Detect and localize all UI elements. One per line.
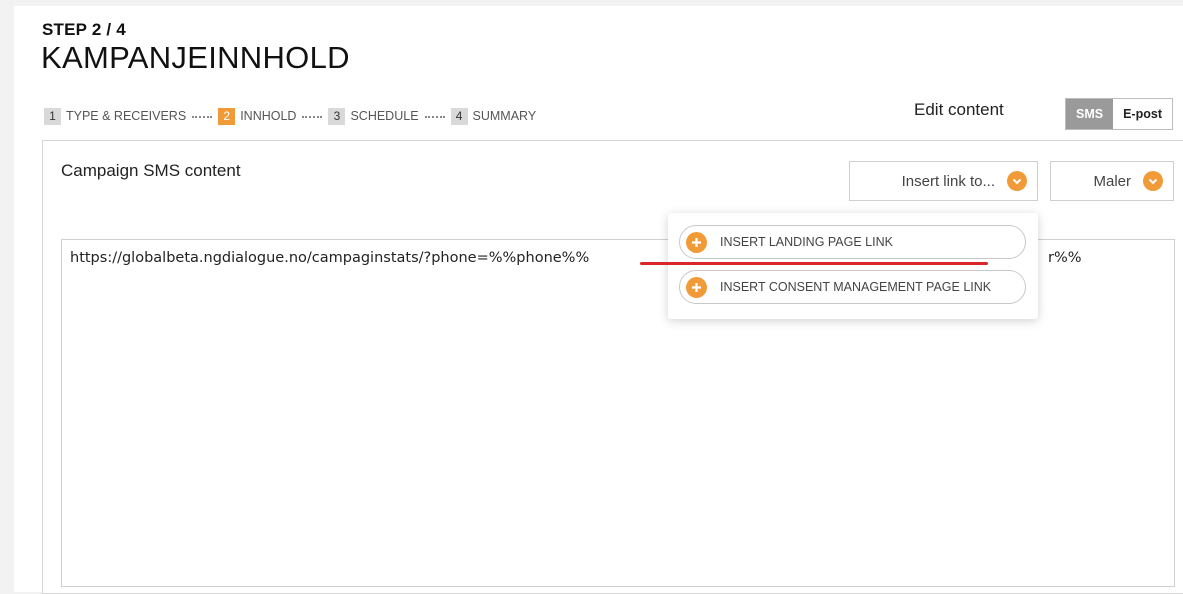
step-number: 3	[328, 107, 346, 125]
insert-landing-page-link-item[interactable]: INSERT LANDING PAGE LINK	[679, 225, 1026, 259]
step-type-receivers[interactable]: 1 TYPE & RECEIVERS	[44, 107, 187, 125]
templates-dropdown[interactable]: Maler	[1050, 161, 1174, 201]
edit-content-label: Edit content	[914, 100, 1004, 119]
sms-toggle-button[interactable]: SMS	[1066, 99, 1114, 129]
step-innhold[interactable]: 2 INNHOLD	[218, 107, 297, 125]
chevron-down-icon	[1007, 171, 1027, 191]
step-label: INNHOLD	[240, 109, 297, 123]
insert-consent-management-link-item[interactable]: INSERT CONSENT MANAGEMENT PAGE LINK	[679, 270, 1026, 304]
panel-title: Campaign SMS content	[61, 161, 241, 180]
chevron-down-icon	[1143, 171, 1163, 191]
step-separator	[192, 116, 213, 118]
page-title: KAMPANJEINNHOLD	[41, 40, 350, 75]
step-label: SCHEDULE	[350, 109, 419, 123]
insert-link-dropdown[interactable]: Insert link to...	[849, 161, 1038, 201]
step-schedule[interactable]: 3 SCHEDULE	[328, 107, 419, 125]
email-toggle-button[interactable]: E-post	[1113, 99, 1172, 129]
plus-circle-icon	[686, 231, 707, 253]
step-label: TYPE & RECEIVERS	[66, 109, 187, 123]
sms-content-panel: Campaign SMS content Insert link to... M…	[42, 140, 1183, 594]
templates-label: Maler	[1093, 172, 1131, 190]
insert-link-menu: INSERT LANDING PAGE LINK INSERT CONSENT …	[668, 213, 1038, 319]
step-summary[interactable]: 4 SUMMARY	[450, 107, 537, 125]
step-separator	[302, 116, 323, 118]
wizard-steps: 1 TYPE & RECEIVERS 2 INNHOLD 3 SCHEDULE …	[44, 107, 536, 125]
step-separator	[424, 116, 445, 118]
menu-item-label: INSERT CONSENT MANAGEMENT PAGE LINK	[720, 280, 992, 294]
step-number: 4	[450, 107, 468, 125]
sms-content-text: https://globalbeta.ngdialogue.no/campagi…	[70, 250, 590, 266]
content-type-switch: SMS E-post	[1065, 98, 1173, 130]
menu-item-label: INSERT LANDING PAGE LINK	[720, 235, 893, 249]
annotation-underline	[640, 262, 988, 265]
step-number: 2	[218, 107, 236, 125]
step-number: 1	[44, 107, 61, 125]
step-label: SUMMARY	[472, 109, 537, 123]
insert-link-label: Insert link to...	[901, 172, 995, 190]
sms-content-text-tail: r%%	[1048, 250, 1082, 266]
step-indicator: STEP 2 / 4	[42, 20, 126, 39]
plus-circle-icon	[686, 276, 707, 298]
